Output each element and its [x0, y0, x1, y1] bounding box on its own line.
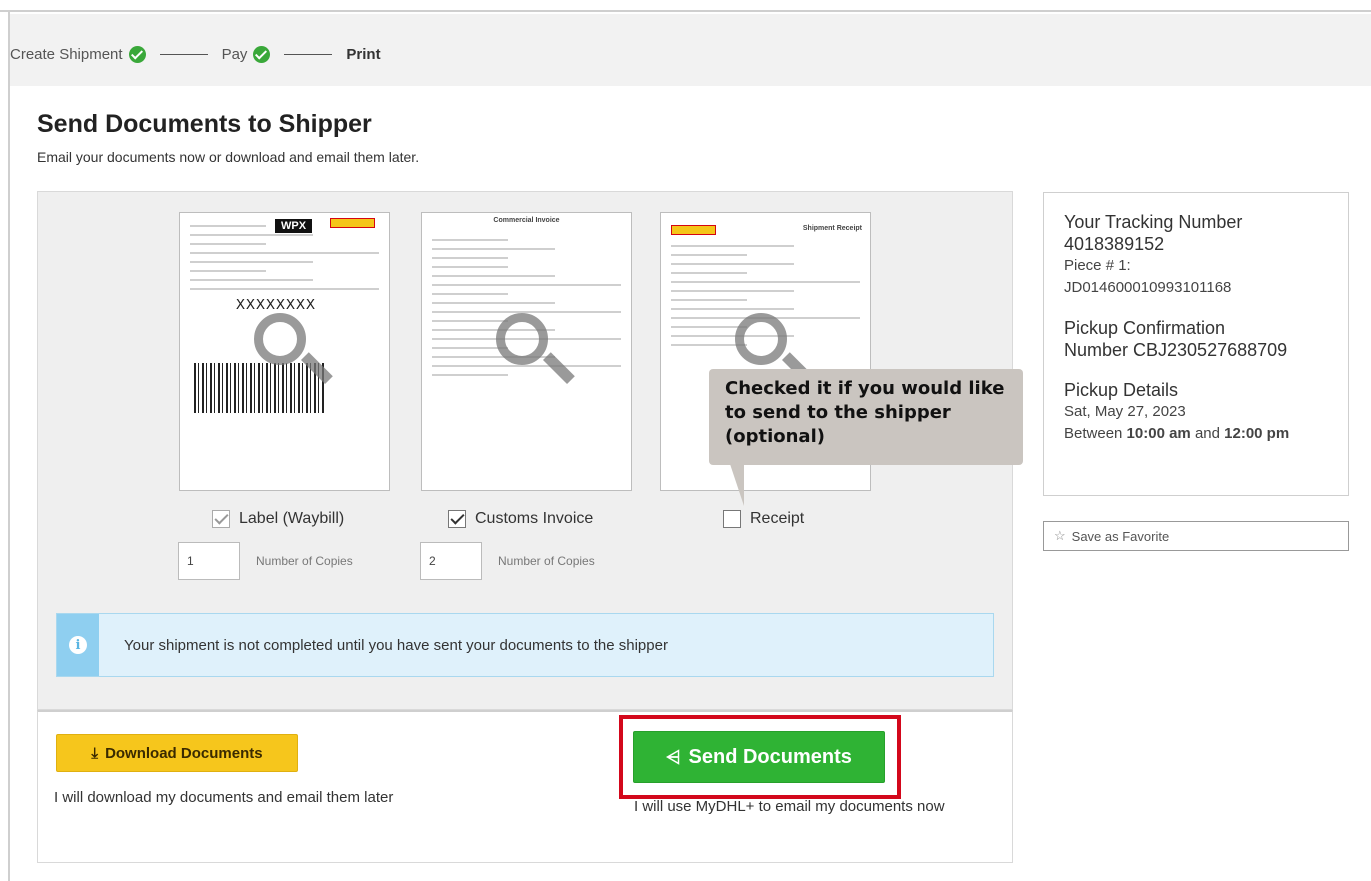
check-circle-icon: [128, 46, 146, 63]
send-documents-button[interactable]: ⩤ Send Documents: [633, 731, 885, 783]
step-label: Create Shipment: [10, 46, 123, 63]
tracking-title: Your Tracking Number: [1064, 212, 1243, 232]
magnifier-icon: [735, 313, 787, 365]
receipt-option: Receipt: [723, 510, 804, 528]
step-connector: [284, 54, 333, 55]
step-create-shipment: Create Shipment: [10, 46, 146, 63]
customs-invoice-checkbox[interactable]: [448, 510, 466, 528]
progress-stepper: Create Shipment Pay Print: [10, 46, 381, 63]
label-waybill-option: Label (Waybill): [212, 510, 344, 528]
step-print: Print: [346, 46, 380, 63]
invoice-preview[interactable]: Commercial Invoice: [421, 212, 632, 491]
label-waybill-text: Label (Waybill): [239, 510, 345, 527]
info-alert: i Your shipment is not completed until y…: [56, 613, 994, 677]
pickup-start-time: 10:00 am: [1126, 425, 1191, 442]
copies-label: Number of Copies: [498, 554, 595, 568]
copies-label: Number of Copies: [256, 554, 353, 568]
actions-panel: ⤓ Download Documents I will download my …: [37, 710, 1013, 863]
info-alert-text: Your shipment is not completed until you…: [124, 636, 668, 654]
receipt-text: Receipt: [750, 510, 805, 527]
receipt-checkbox[interactable]: [723, 510, 741, 528]
share-icon: ⩤: [666, 746, 681, 767]
invoice-copies-input[interactable]: 2: [420, 542, 482, 580]
info-icon: i: [69, 636, 87, 654]
invoice-heading: Commercial Invoice: [493, 217, 560, 224]
receipt-heading: Shipment Receipt: [802, 225, 862, 232]
customs-invoice-option: Customs Invoice: [448, 510, 593, 528]
pickup-end-time: 12:00 pm: [1224, 425, 1290, 442]
download-documents-label: Download Documents: [105, 744, 263, 762]
label-copies-input[interactable]: 1: [178, 542, 240, 580]
pickup-confirmation-title: Pickup Confirmation: [1064, 318, 1226, 338]
piece-id: JD014600010993101168: [1064, 279, 1232, 296]
waybill-placeholder-text: XXXXXXXX: [236, 297, 317, 314]
pickup-details-title: Pickup Details: [1064, 380, 1179, 400]
step-pay: Pay: [222, 46, 271, 63]
download-documents-button[interactable]: ⤓ Download Documents: [56, 734, 298, 772]
top-border: [0, 0, 1371, 12]
save-as-favorite-button[interactable]: ☆ Save as Favorite: [1043, 521, 1349, 551]
label-copies-row: 1 Number of Copies: [178, 542, 353, 580]
download-icon: ⤓: [91, 744, 99, 762]
pickup-and-label: and: [1194, 425, 1220, 442]
download-note: I will download my documents and email t…: [54, 789, 394, 806]
step-label: Print: [346, 46, 381, 63]
stepper-bar: Create Shipment Pay Print: [10, 14, 1371, 86]
step-label: Pay: [221, 46, 248, 63]
customs-invoice-text: Customs Invoice: [475, 510, 594, 527]
barcode-icon: [194, 363, 324, 413]
piece-label: Piece # 1:: [1064, 257, 1131, 274]
magnifier-icon: [254, 313, 306, 365]
tracking-summary-panel: Your Tracking Number 4018389152 Piece # …: [1043, 192, 1349, 496]
magnifier-icon: [496, 313, 548, 365]
page-subtitle: Email your documents now or download and…: [37, 149, 420, 165]
send-note: I will use MyDHL+ to email my documents …: [634, 798, 945, 815]
pickup-window: Between 10:00 am and 12:00 pm: [1064, 423, 1328, 445]
page-title: Send Documents to Shipper: [37, 110, 372, 138]
pickup-date: Sat, May 27, 2023: [1064, 403, 1186, 420]
check-circle-icon: [253, 46, 271, 63]
dhl-logo: [671, 225, 716, 235]
waybill-preview[interactable]: WPX XXXXXXXX: [179, 212, 390, 491]
label-waybill-checkbox[interactable]: [212, 510, 230, 528]
pickup-between-label: Between: [1064, 425, 1123, 442]
star-icon: ☆: [1054, 528, 1066, 543]
tracking-number: 4018389152: [1064, 234, 1165, 254]
left-border: [8, 12, 10, 881]
step-connector: [159, 54, 208, 55]
pickup-confirmation-number: Number CBJ230527688709: [1064, 340, 1288, 360]
invoice-copies-row: 2 Number of Copies: [420, 542, 595, 580]
annotation-callout: Checked it if you would like to send to …: [709, 369, 1023, 465]
save-as-favorite-label: Save as Favorite: [1071, 528, 1170, 544]
info-icon-strip: i: [57, 614, 99, 676]
annotation-callout-pointer: [730, 464, 744, 506]
send-documents-label: Send Documents: [688, 745, 852, 768]
